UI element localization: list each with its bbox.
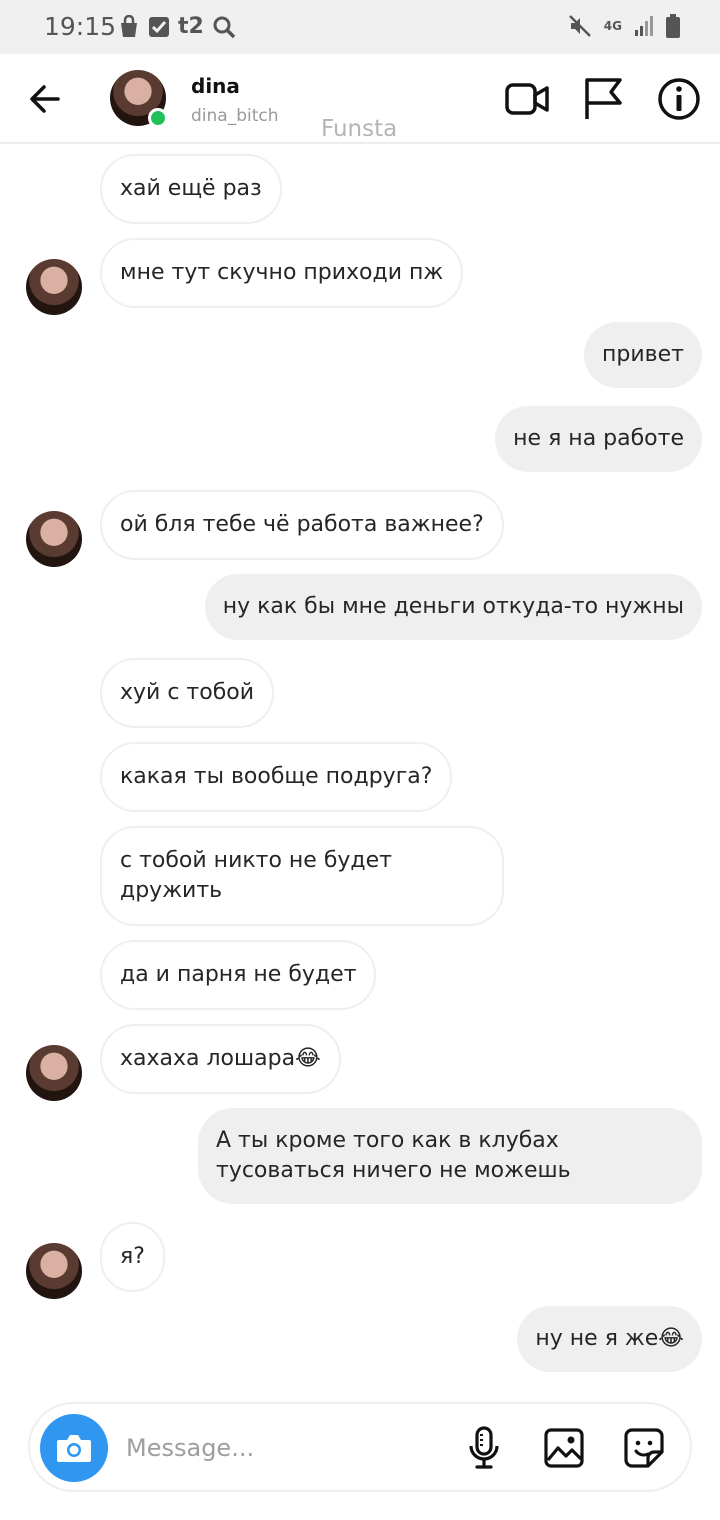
sender-avatar[interactable] — [26, 511, 82, 567]
outgoing-message[interactable]: ну как бы мне деньги откуда-то нужны — [204, 574, 702, 640]
video-call-button[interactable] — [504, 76, 550, 122]
message-thread: хай ещё раз мне тут скучно приходи пж пр… — [0, 146, 720, 1388]
carrier-label: t2 — [178, 14, 204, 39]
outgoing-message[interactable]: ну не я же😂 — [517, 1306, 702, 1372]
chat-header: dina dina_bitch Funsta — [0, 54, 720, 144]
gallery-button[interactable] — [542, 1426, 586, 1470]
signal-icon — [635, 16, 653, 36]
sender-avatar[interactable] — [26, 259, 82, 315]
video-call-icon — [505, 83, 549, 115]
incoming-message[interactable]: ой бля тебе чё работа важнее? — [100, 490, 504, 560]
outgoing-message[interactable]: не я на работе — [495, 406, 702, 472]
incoming-message[interactable]: хуй с тобой — [100, 658, 275, 728]
incoming-message[interactable]: хай ещё раз — [100, 154, 282, 224]
status-bar: 19:15 t2 4G — [0, 0, 720, 54]
sticker-icon — [624, 1428, 664, 1468]
status-right-icons: 4G — [568, 14, 680, 38]
sender-avatar[interactable] — [26, 1243, 82, 1299]
incoming-message[interactable]: я? — [100, 1222, 165, 1292]
watermark-text: Funsta — [321, 116, 398, 142]
mute-icon — [568, 15, 591, 37]
incoming-message[interactable]: какая ты вообще подруга? — [100, 742, 453, 812]
info-icon — [658, 78, 700, 120]
back-arrow-icon — [30, 85, 60, 113]
network-label: 4G — [603, 19, 622, 33]
search-icon — [213, 16, 236, 38]
status-left-icons: t2 — [118, 14, 236, 39]
message-composer — [28, 1402, 692, 1492]
gallery-icon — [544, 1428, 584, 1468]
camera-icon — [57, 1435, 91, 1462]
incoming-message[interactable]: мне тут скучно приходи пж — [100, 238, 464, 308]
microphone-icon — [469, 1426, 499, 1469]
header-actions — [504, 76, 702, 122]
camera-button[interactable] — [40, 1414, 108, 1482]
sender-avatar[interactable] — [26, 1045, 82, 1101]
flag-icon — [585, 78, 622, 119]
info-button[interactable] — [656, 76, 702, 122]
report-button[interactable] — [580, 76, 626, 122]
battery-icon — [666, 14, 680, 38]
back-button[interactable] — [24, 78, 66, 120]
status-time: 19:15 — [44, 12, 117, 41]
composer-actions — [462, 1426, 666, 1470]
incoming-message[interactable]: хахаха лошара😂 — [100, 1024, 341, 1094]
outgoing-message[interactable]: привет — [584, 322, 702, 388]
profile-avatar[interactable] — [110, 70, 168, 128]
message-input[interactable] — [126, 1428, 426, 1468]
contact-name[interactable]: dina — [191, 74, 240, 98]
online-indicator — [148, 108, 168, 128]
voice-message-button[interactable] — [462, 1426, 506, 1470]
checkbox-icon — [149, 16, 169, 37]
outgoing-message[interactable]: А ты кроме того как в клубах тусоваться … — [198, 1108, 702, 1204]
sticker-button[interactable] — [622, 1426, 666, 1470]
incoming-message[interactable]: да и парня не будет — [100, 940, 377, 1010]
incoming-message[interactable]: с тобой никто не будет дружить — [100, 826, 504, 926]
shopping-bag-icon — [121, 14, 137, 37]
contact-username[interactable]: dina_bitch — [191, 106, 279, 126]
